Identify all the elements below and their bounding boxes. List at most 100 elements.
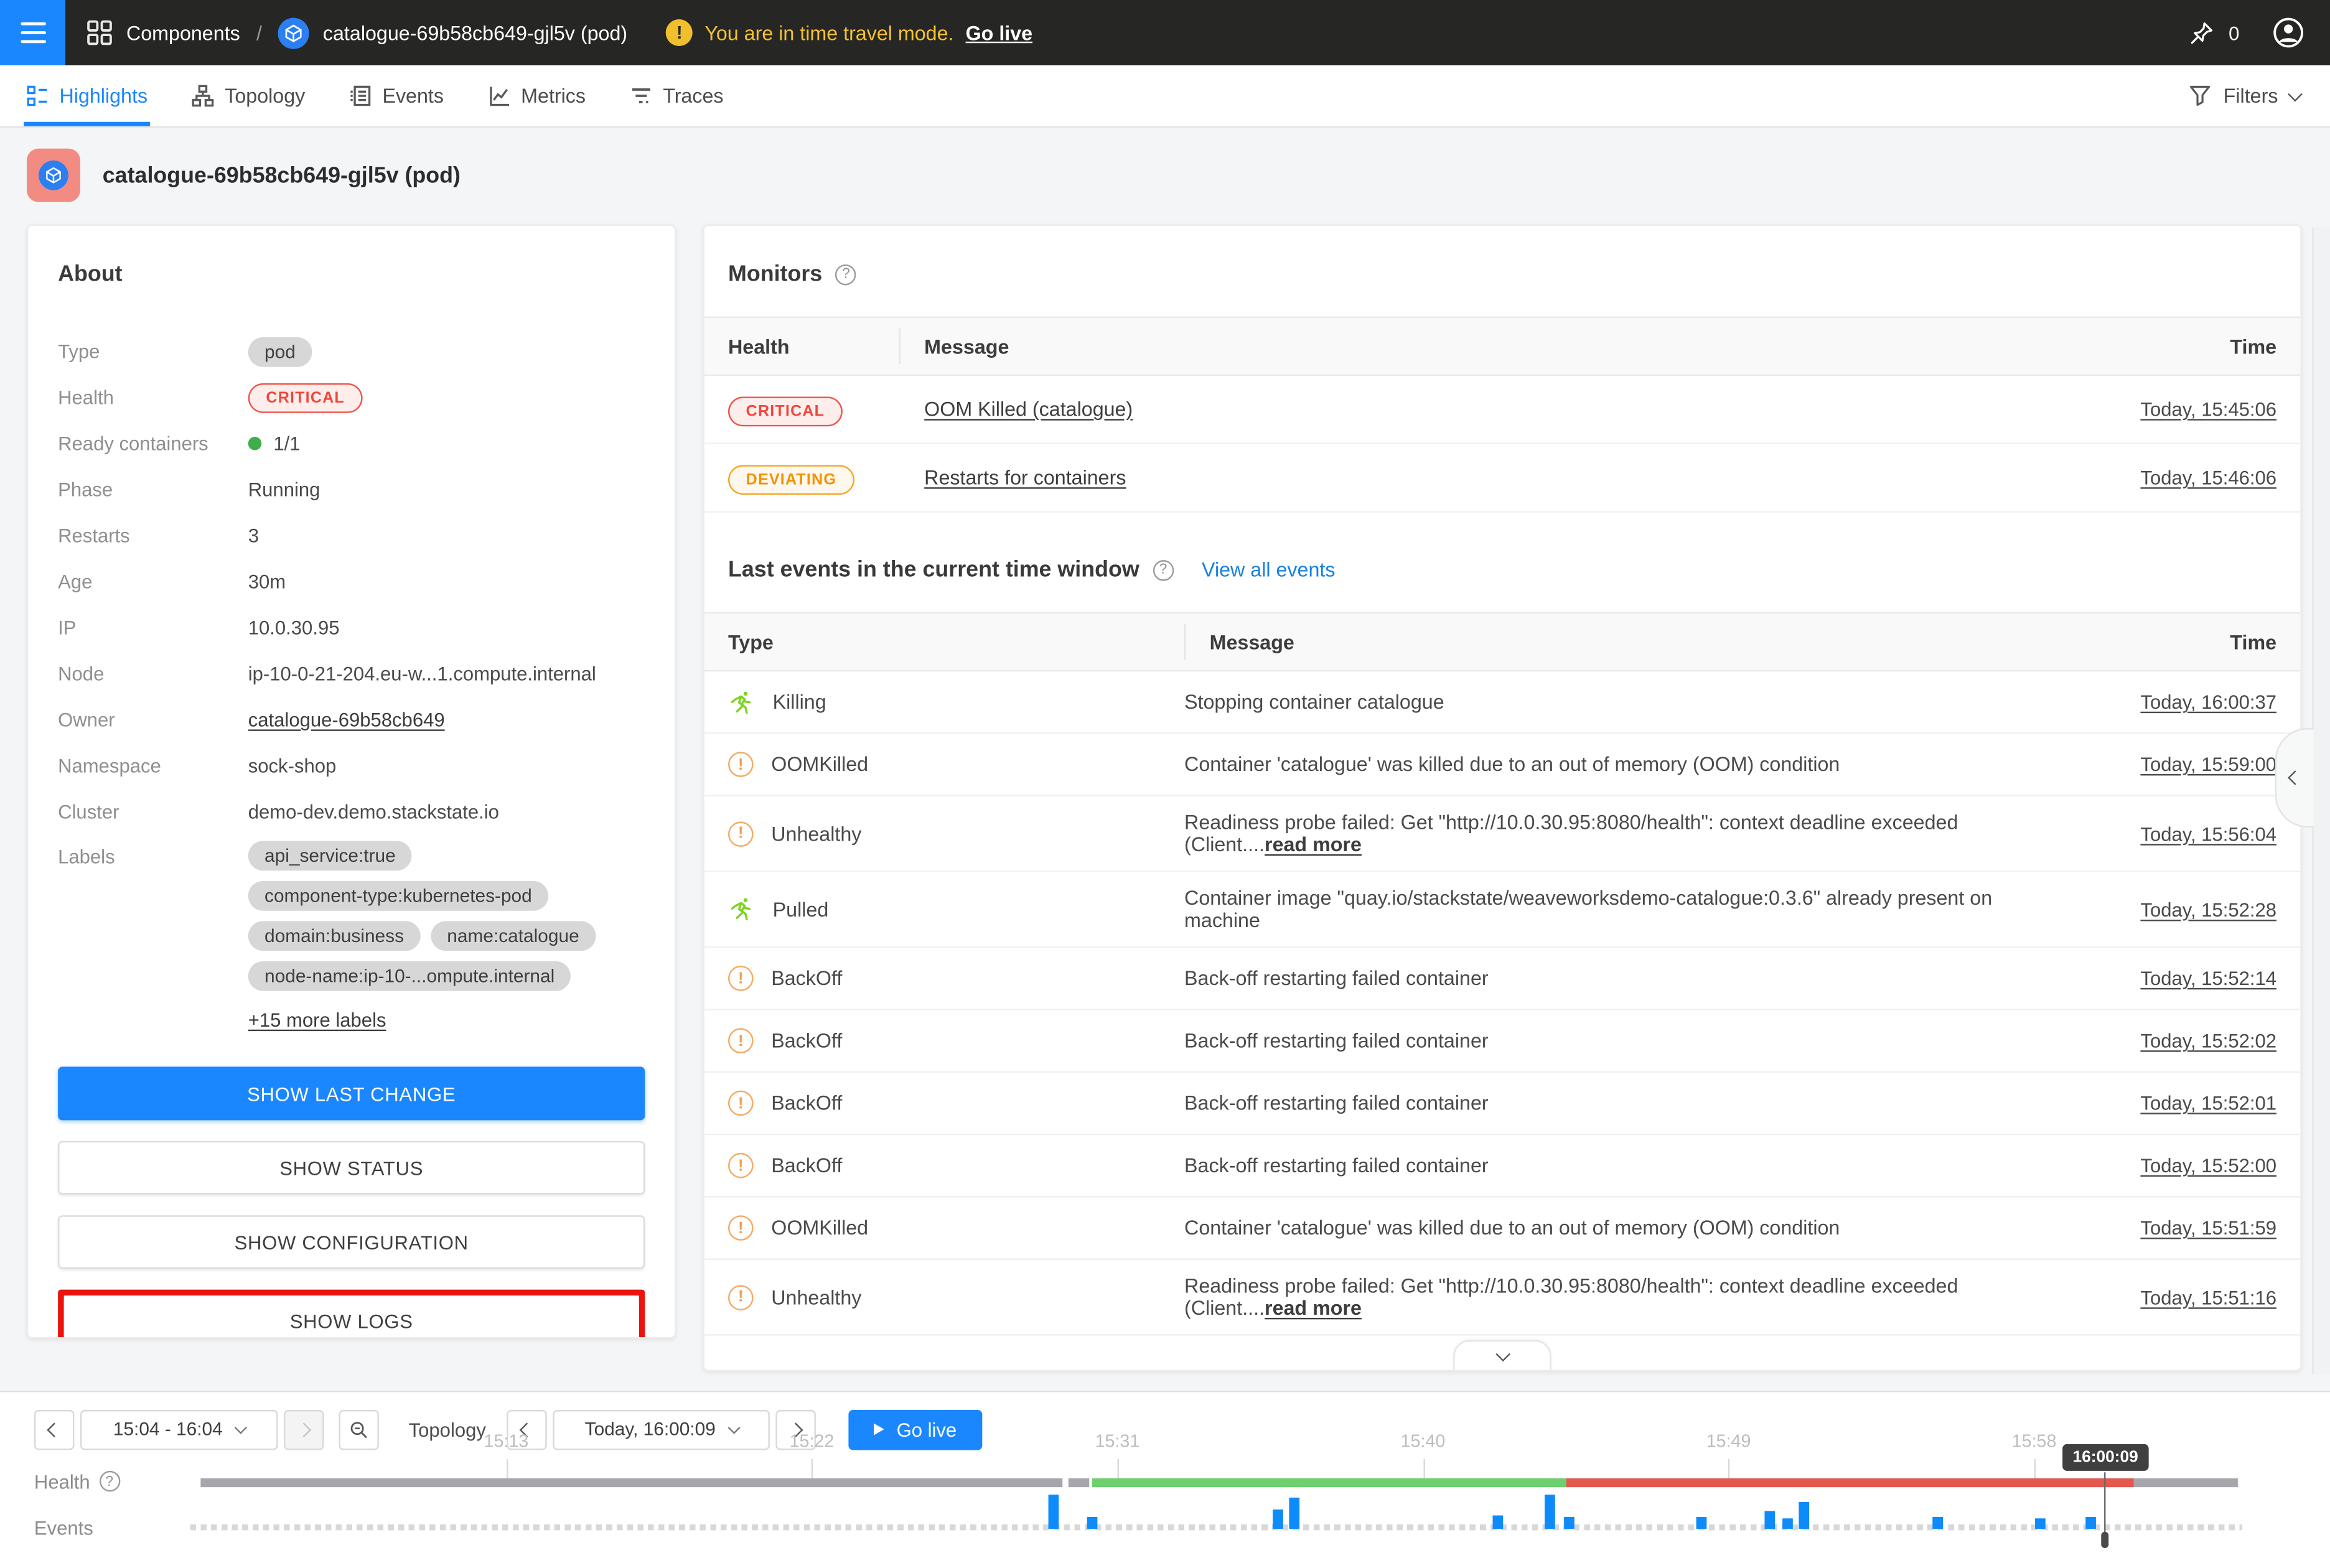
event-bar [1088, 1516, 1098, 1528]
pod-health-icon [27, 149, 80, 202]
tab-label: Metrics [521, 85, 586, 107]
monitor-row[interactable]: DEVIATING Restarts for containers Today,… [704, 444, 2300, 513]
event-time-link[interactable]: Today, 15:52:02 [2140, 1030, 2276, 1052]
event-row[interactable]: ! BackOff Back-off restarting failed con… [704, 1073, 2300, 1135]
event-message: Container 'catalogue' was killed due to … [1184, 1217, 1840, 1239]
label-chip: api_service:true [248, 841, 412, 870]
filters-button[interactable]: Filters [2189, 65, 2330, 126]
tab-highlights[interactable]: Highlights [27, 65, 147, 126]
hamburger-menu-button[interactable] [0, 0, 65, 65]
col-message: Message [1184, 624, 2062, 660]
health-segment [1093, 1478, 1565, 1486]
tab-topology[interactable]: Topology [192, 65, 306, 126]
event-time-link[interactable]: Today, 16:00:37 [2140, 691, 2276, 713]
warning-circle-icon: ! [728, 1091, 754, 1116]
event-message: Back-off restarting failed container [1184, 1030, 1489, 1052]
event-time-link[interactable]: Today, 15:52:00 [2140, 1154, 2276, 1177]
about-row-owner: Owner catalogue-69b58cb649 [58, 697, 645, 743]
event-time-link[interactable]: Today, 15:52:28 [2140, 898, 2276, 920]
read-more-link[interactable]: read more [1265, 1297, 1362, 1320]
show-status-button[interactable]: SHOW STATUS [58, 1141, 645, 1195]
warning-circle-icon: ! [728, 1284, 754, 1310]
help-icon[interactable]: ? [836, 264, 856, 284]
expand-right-panel-button[interactable] [2275, 728, 2314, 828]
time-marker-tooltip: 16:00:09 [2062, 1444, 2149, 1470]
event-message: Back-off restarting failed container [1184, 1154, 1489, 1177]
monitor-time-link[interactable]: Today, 15:45:06 [2140, 398, 2276, 421]
view-all-events-link[interactable]: View all events [1202, 559, 1335, 581]
monitor-message-link[interactable]: Restarts for containers [924, 467, 1126, 489]
about-panel: About Type pod Health CRITICAL Ready con… [27, 225, 676, 1339]
metrics-icon [489, 85, 511, 107]
event-row[interactable]: ! Pulled Container image "quay.io/stacks… [704, 872, 2300, 948]
scroll-down-button[interactable] [1453, 1340, 1551, 1370]
event-row[interactable]: ! Killing Stopping container catalogue T… [704, 671, 2300, 734]
more-labels-link[interactable]: +15 more labels [248, 1009, 645, 1031]
show-last-change-button[interactable]: SHOW LAST CHANGE [58, 1066, 645, 1120]
event-row[interactable]: ! Unhealthy Readiness probe failed: Get … [704, 1260, 2300, 1336]
read-more-link[interactable]: read more [1265, 834, 1362, 856]
about-row-ready: Ready containers 1/1 [58, 421, 645, 467]
help-icon[interactable]: ? [1153, 559, 1173, 580]
event-bar [1289, 1497, 1300, 1528]
event-time-link[interactable]: Today, 15:51:59 [2140, 1217, 2276, 1239]
event-type: BackOff [771, 1030, 842, 1052]
event-type: OOMKilled [771, 1217, 868, 1239]
event-type: BackOff [771, 1092, 842, 1114]
health-badge: CRITICAL [248, 383, 363, 413]
monitor-row[interactable]: CRITICAL OOM Killed (catalogue) Today, 1… [704, 376, 2300, 444]
breadcrumb: Components / catalogue-69b58cb649-gjl5v … [86, 17, 627, 48]
age-value: 30m [248, 571, 286, 593]
funnel-icon [2189, 85, 2212, 107]
tab-metrics[interactable]: Metrics [489, 65, 586, 126]
event-time-link[interactable]: Today, 15:52:14 [2140, 967, 2276, 989]
health-row-label: Health ? [34, 1470, 119, 1493]
page-header: catalogue-69b58cb649-gjl5v (pod) [0, 128, 2330, 202]
about-row-type: Type pod [58, 329, 645, 375]
event-row[interactable]: ! OOMKilled Container 'catalogue' was ki… [704, 1198, 2300, 1260]
event-row[interactable]: ! BackOff Back-off restarting failed con… [704, 1135, 2300, 1197]
event-time-link[interactable]: Today, 15:59:00 [2140, 754, 2276, 776]
go-live-link[interactable]: Go live [966, 22, 1032, 44]
show-logs-button[interactable]: SHOW LOGS [64, 1295, 639, 1338]
tab-events[interactable]: Events [350, 65, 444, 126]
event-time-link[interactable]: Today, 15:51:16 [2140, 1286, 2276, 1309]
tab-label: Topology [225, 85, 305, 107]
tab-label: Traces [663, 85, 723, 107]
tab-traces[interactable]: Traces [630, 65, 724, 126]
highlights-icon [27, 85, 49, 107]
event-time-link[interactable]: Today, 15:52:01 [2140, 1092, 2276, 1114]
event-row[interactable]: ! BackOff Back-off restarting failed con… [704, 948, 2300, 1010]
monitors-title: Monitors [728, 261, 822, 287]
about-row-health: Health CRITICAL [58, 375, 645, 421]
help-icon[interactable]: ? [99, 1471, 119, 1491]
event-row[interactable]: ! BackOff Back-off restarting failed con… [704, 1010, 2300, 1073]
main-content: catalogue-69b58cb649-gjl5v (pod) About T… [0, 128, 2330, 1389]
ready-value: 1/1 [273, 432, 300, 455]
event-type: Pulled [773, 898, 829, 920]
event-row[interactable]: ! Unhealthy Readiness probe failed: Get … [704, 796, 2300, 872]
breadcrumb-components[interactable]: Components [126, 22, 240, 44]
show-configuration-button[interactable]: SHOW CONFIGURATION [58, 1215, 645, 1269]
ip-value: 10.0.30.95 [248, 617, 340, 639]
about-title: About [58, 261, 645, 287]
timeline-track[interactable]: 15:13 15:22 15:31 15:40 15:49 [200, 1391, 2238, 1568]
about-row-phase: Phase Running [58, 467, 645, 513]
monitor-message-link[interactable]: OOM Killed (catalogue) [924, 398, 1133, 421]
event-time-link[interactable]: Today, 15:56:04 [2140, 823, 2276, 845]
top-bar-actions: 0 [2187, 15, 2330, 50]
col-time: Time [2062, 335, 2300, 357]
monitor-time-link[interactable]: Today, 15:46:06 [2140, 467, 2276, 489]
event-row[interactable]: ! OOMKilled Container 'catalogue' was ki… [704, 734, 2300, 796]
owner-link[interactable]: catalogue-69b58cb649 [248, 709, 445, 731]
pin-icon[interactable] [2187, 19, 2215, 47]
event-bar [1933, 1516, 1944, 1528]
user-avatar[interactable] [2270, 15, 2306, 50]
range-prev-button[interactable] [34, 1409, 74, 1449]
monitors-events-panel: Monitors ? Health Message Time CRITICAL … [703, 225, 2301, 1371]
col-type: Type [704, 631, 1184, 653]
about-row-node: Node ip-10-0-21-204.eu-w...1.compute.int… [58, 651, 645, 697]
time-marker-handle[interactable] [2102, 1531, 2109, 1547]
breadcrumb-entity[interactable]: catalogue-69b58cb649-gjl5v (pod) [323, 22, 627, 44]
health-segment [2134, 1478, 2238, 1486]
